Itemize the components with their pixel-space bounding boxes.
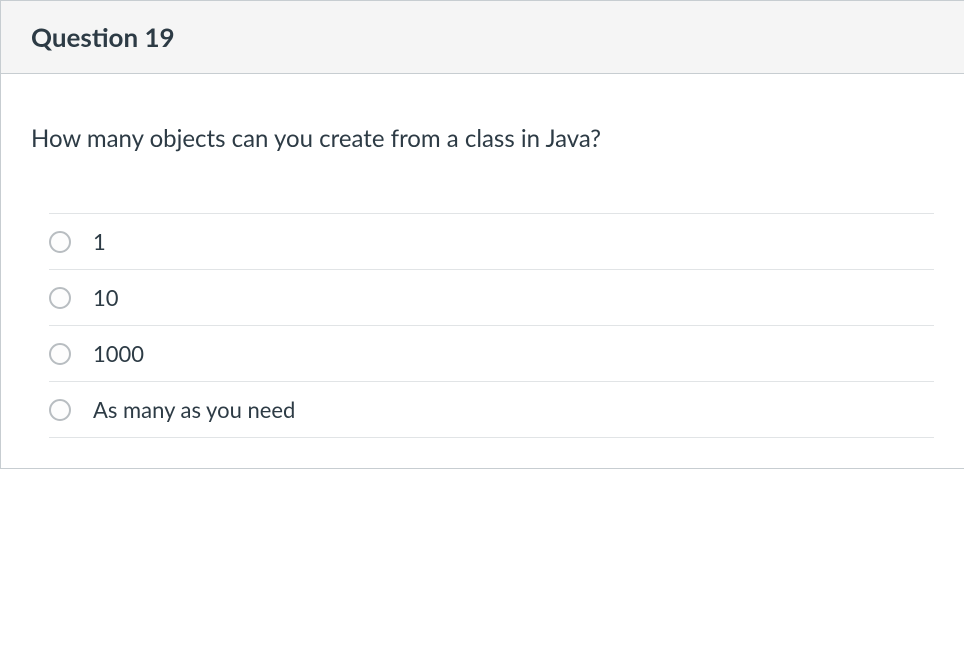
radio-icon[interactable]	[49, 231, 71, 253]
radio-icon[interactable]	[49, 343, 71, 365]
option-row[interactable]: 10	[49, 269, 934, 325]
option-label[interactable]: 10	[93, 284, 119, 311]
option-label[interactable]: 1000	[93, 340, 144, 367]
option-row[interactable]: 1	[49, 213, 934, 269]
question-card: Question 19 How many objects can you cre…	[0, 0, 964, 469]
radio-icon[interactable]	[49, 399, 71, 421]
question-title: Question 19	[31, 21, 934, 53]
radio-icon[interactable]	[49, 287, 71, 309]
option-row[interactable]: 1000	[49, 325, 934, 381]
option-label[interactable]: As many as you need	[93, 396, 295, 423]
question-prompt: How many objects can you create from a c…	[31, 124, 934, 153]
option-label[interactable]: 1	[93, 228, 106, 255]
option-row[interactable]: As many as you need	[49, 381, 934, 438]
question-body: How many objects can you create from a c…	[1, 74, 964, 468]
question-header: Question 19	[1, 1, 964, 74]
options-list: 1 10 1000 As many as you need	[49, 213, 934, 438]
